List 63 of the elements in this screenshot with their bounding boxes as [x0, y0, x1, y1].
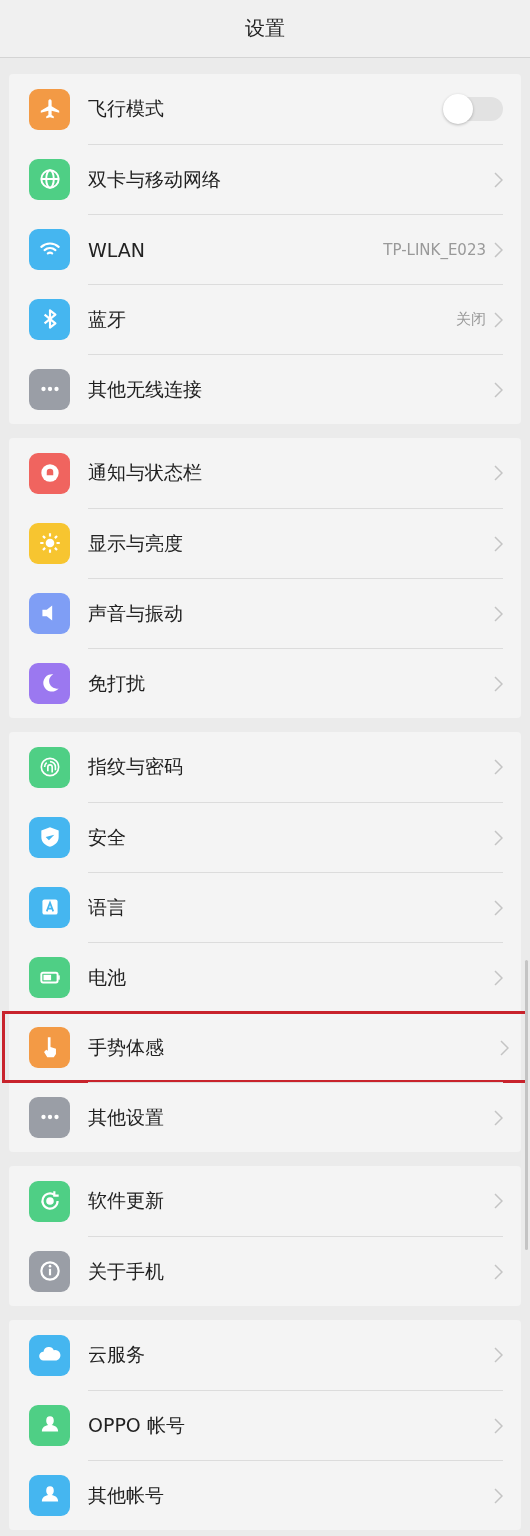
chevron-icon: [494, 1347, 503, 1363]
chevron-icon: [494, 241, 503, 258]
setting-label: 飞行模式: [88, 96, 165, 121]
setting-label: 关于手机: [88, 1258, 165, 1284]
setting-label: 其他无线连接: [88, 376, 203, 402]
settings-row[interactable]: 双卡与移动网络: [9, 144, 521, 214]
setting-label: 语言: [88, 894, 127, 920]
setting-label: 指纹与密码: [88, 754, 184, 779]
setting-label: 声音与振动: [88, 600, 184, 626]
setting-label: 电池: [88, 964, 127, 990]
settings-row[interactable]: 通知与状态栏: [9, 438, 521, 508]
settings-row[interactable]: 云服务: [9, 1320, 521, 1390]
settings-row[interactable]: 其他设置: [9, 1082, 521, 1152]
chevron-icon: [494, 381, 503, 398]
chevron-icon: [494, 1109, 503, 1126]
chevron-icon: [494, 829, 503, 846]
setting-label: WLAN: [88, 238, 147, 261]
setting-label: 软件更新: [88, 1188, 165, 1213]
settings-row[interactable]: 指纹与密码: [9, 732, 521, 802]
chevron-icon: [494, 1263, 503, 1280]
screen-title: 设置: [245, 15, 285, 42]
highlighted-settings-row[interactable]: 手势体感: [3, 1012, 527, 1082]
settings-row[interactable]: 电池: [9, 942, 521, 1012]
chevron-icon: [494, 171, 503, 188]
chevron-icon: [500, 1039, 509, 1056]
setting-label: 双卡与移动网络: [88, 166, 222, 192]
setting-label: 免打扰: [88, 670, 146, 696]
settings-row[interactable]: 免打扰: [9, 648, 521, 718]
settings-row[interactable]: 软件更新: [9, 1166, 521, 1236]
chevron-icon: [494, 311, 503, 328]
settings-row[interactable]: 声音与振动: [9, 578, 521, 648]
settings-row[interactable]: OPPO 帐号: [9, 1390, 521, 1460]
chevron-icon: [494, 759, 503, 775]
setting-label: 云服务: [88, 1342, 146, 1367]
setting-label: 显示与亮度: [88, 530, 184, 556]
chevron-icon: [494, 1417, 503, 1434]
settings-row[interactable]: 其他帐号: [9, 1460, 521, 1530]
settings-row[interactable]: 显示与亮度: [9, 508, 521, 578]
chevron-icon: [494, 1487, 503, 1504]
chevron-icon: [494, 465, 503, 481]
chevron-icon: [494, 535, 503, 552]
settings-row[interactable]: 语言: [9, 872, 521, 942]
setting-label: 蓝牙: [88, 306, 127, 332]
chevron-icon: [494, 899, 503, 916]
settings-row[interactable]: 蓝牙 关闭: [9, 284, 521, 354]
setting-value: TP-LINK_E023: [383, 240, 486, 259]
chevron-icon: [494, 969, 503, 986]
settings-row[interactable]: WLAN TP-LINK_E023: [9, 214, 521, 284]
settings-row[interactable]: 其他无线连接: [9, 354, 521, 424]
chevron-icon: [494, 1193, 503, 1209]
chevron-icon: [494, 675, 503, 692]
settings-row[interactable]: 安全: [9, 802, 521, 872]
toggle-switch[interactable]: [445, 97, 503, 121]
setting-label: 其他设置: [88, 1104, 165, 1130]
setting-label: OPPO 帐号: [88, 1412, 186, 1438]
settings-row[interactable]: 关于手机: [9, 1236, 521, 1306]
setting-label: 手势体感: [88, 1034, 165, 1060]
setting-label: 安全: [88, 824, 127, 850]
setting-label: 其他帐号: [88, 1482, 165, 1508]
settings-row[interactable]: 飞行模式: [9, 74, 521, 144]
chevron-icon: [494, 605, 503, 622]
setting-value: 关闭: [456, 310, 486, 329]
setting-label: 通知与状态栏: [88, 460, 203, 485]
